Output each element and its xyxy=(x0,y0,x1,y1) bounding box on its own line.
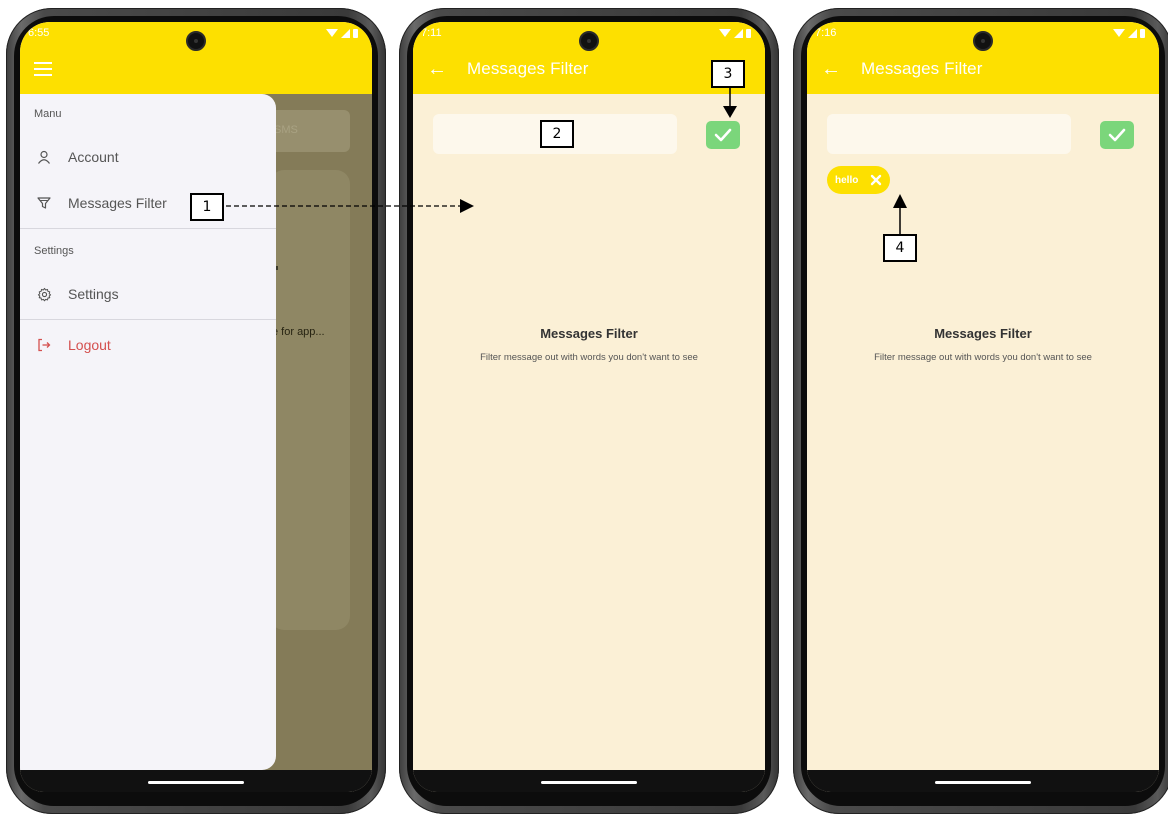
drawer-item-logout[interactable]: Logout xyxy=(20,322,276,368)
empty-state-title: Messages Filter xyxy=(934,326,1032,341)
status-time: 7:16 xyxy=(815,27,837,39)
screen-1: 6:55 SMS e for app... Manu Account Messa… xyxy=(20,22,372,792)
empty-state-description: Filter message out with words you don't … xyxy=(480,352,698,363)
page-title: Messages Filter xyxy=(467,59,589,78)
annotation-label-4: 4 xyxy=(883,234,917,262)
drawer-divider xyxy=(20,319,276,320)
home-card xyxy=(270,170,350,630)
annotation-label-3: 3 xyxy=(711,60,745,88)
empty-state-title: Messages Filter xyxy=(540,326,638,341)
annotation-label-1: 1 xyxy=(190,193,224,221)
battery-icon xyxy=(1140,28,1145,38)
app-bar xyxy=(20,44,372,94)
drawer-item-messages-filter[interactable]: Messages Filter xyxy=(20,180,276,226)
drawer-item-label: Settings xyxy=(68,286,119,302)
signal-icon xyxy=(734,28,743,38)
app-bar: ← Messages Filter xyxy=(807,44,1159,94)
phone-bezel-1: 6:55 SMS e for app... Manu Account Messa… xyxy=(14,16,378,806)
home-indicator[interactable] xyxy=(935,781,1031,784)
status-time: 7:11 xyxy=(421,27,442,39)
wifi-icon xyxy=(326,29,338,37)
filter-icon xyxy=(36,195,52,211)
drawer-section-menu: Manu xyxy=(34,108,62,120)
drawer-item-account[interactable]: Account xyxy=(20,134,276,180)
battery-icon xyxy=(746,28,751,38)
add-filter-button[interactable] xyxy=(706,121,740,149)
filter-chip-label: hello xyxy=(835,174,859,186)
back-arrow-icon[interactable]: ← xyxy=(821,59,841,79)
status-icons xyxy=(719,28,751,38)
remove-chip-close-icon[interactable] xyxy=(868,172,884,188)
menu-icon[interactable] xyxy=(34,62,52,76)
signal-icon xyxy=(341,28,350,38)
check-icon xyxy=(1108,128,1126,142)
drawer-item-label: Messages Filter xyxy=(68,195,167,211)
camera-icon xyxy=(579,31,599,51)
phone-frame-3: 7:16 ← Messages Filter hello Messages Fi… xyxy=(793,8,1168,814)
drawer-divider xyxy=(20,228,276,229)
camera-icon xyxy=(973,31,993,51)
annotation-label-2: 2 xyxy=(540,120,574,148)
phone-frame-1: 6:55 SMS e for app... Manu Account Messa… xyxy=(6,8,386,814)
signal-icon xyxy=(1128,28,1137,38)
drawer-section-settings: Settings xyxy=(34,245,74,257)
messages-filter-content: hello Messages Filter Filter message out… xyxy=(807,94,1159,770)
back-arrow-icon[interactable]: ← xyxy=(427,59,447,79)
phone-frame-2: 7:11 ← Messages Filter Messages Filter F… xyxy=(399,8,779,814)
filter-word-input[interactable] xyxy=(827,114,1071,154)
drawer-item-label: Account xyxy=(68,149,119,165)
user-icon xyxy=(36,149,52,165)
phone-bezel-2: 7:11 ← Messages Filter Messages Filter F… xyxy=(407,16,771,806)
screen-3: 7:16 ← Messages Filter hello Messages Fi… xyxy=(807,22,1159,792)
drawer-item-settings[interactable]: Settings xyxy=(20,271,276,317)
home-indicator[interactable] xyxy=(148,781,244,784)
card-text: e for app... xyxy=(272,326,325,338)
battery-icon xyxy=(353,28,358,38)
camera-icon xyxy=(186,31,206,51)
status-icons xyxy=(326,28,358,38)
filter-chip: hello xyxy=(827,166,891,194)
logout-icon xyxy=(36,337,52,353)
add-filter-button[interactable] xyxy=(1100,121,1134,149)
navigation-drawer: Manu Account Messages Filter Settings Se… xyxy=(20,94,276,770)
drawer-item-label: Logout xyxy=(68,337,111,353)
messages-filter-content: Messages Filter Filter message out with … xyxy=(413,94,765,770)
check-icon xyxy=(714,128,732,142)
sms-button: SMS xyxy=(270,110,350,152)
status-icons xyxy=(1113,28,1145,38)
gear-icon xyxy=(36,286,52,302)
home-indicator[interactable] xyxy=(541,781,637,784)
wifi-icon xyxy=(719,29,731,37)
phone-bezel-3: 7:16 ← Messages Filter hello Messages Fi… xyxy=(801,16,1165,806)
empty-state-description: Filter message out with words you don't … xyxy=(874,352,1092,363)
status-time: 6:55 xyxy=(28,27,50,39)
page-title: Messages Filter xyxy=(861,59,983,78)
screen-2: 7:11 ← Messages Filter Messages Filter F… xyxy=(413,22,765,792)
wifi-icon xyxy=(1113,29,1125,37)
